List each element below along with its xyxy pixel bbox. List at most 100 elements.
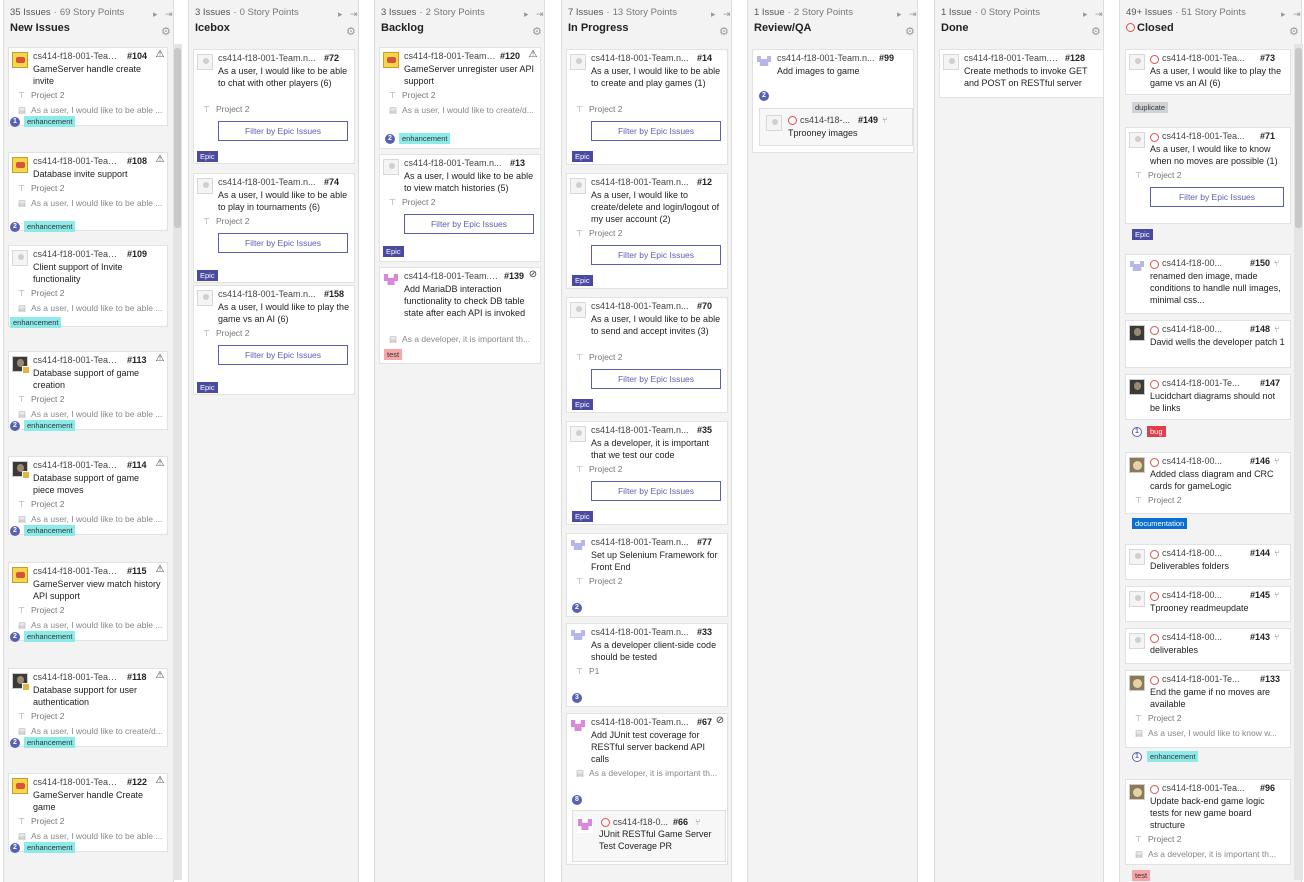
issue-title[interactable]: GameServer unregister user API support	[404, 63, 536, 87]
issue-number[interactable]: #12	[697, 177, 712, 187]
collapse-icon[interactable]: ⇥	[350, 9, 358, 20]
label-enhancement[interactable]: enhancement	[1147, 751, 1199, 762]
issue-card[interactable]: cs414-f18-001-Team.n... #109 Client suppor…	[8, 245, 168, 327]
filter-by-epic-button[interactable]: Filter by Epic Issues	[591, 121, 721, 141]
label-duplicate[interactable]: duplicate	[1132, 102, 1169, 113]
issue-title[interactable]: renamed den image, made conditions to ha…	[1150, 270, 1286, 306]
repo-name[interactable]: cs414-f18-001-Tea...	[1162, 131, 1256, 141]
label-enhancement[interactable]: enhancement	[24, 631, 76, 642]
label-enhancement[interactable]: enhancement	[24, 420, 76, 431]
issue-number[interactable]: #158	[324, 289, 344, 299]
column-title[interactable]: In Progress	[568, 22, 725, 34]
project-link[interactable]: ⊤ Project 2	[1135, 170, 1182, 180]
project-link[interactable]: ⊤ Project 2	[18, 288, 65, 298]
project-link[interactable]: ⊤ Project 2	[203, 328, 250, 338]
issue-card[interactable]: cs414-f18-001-Team.n... #139 ⊘ Add MariaDB …	[379, 267, 541, 364]
issue-title[interactable]: Lucidchart diagrams should not be links	[1150, 390, 1286, 414]
issue-title[interactable]: deliverables	[1150, 644, 1286, 656]
collapse-icon[interactable]: ⇥	[1293, 9, 1301, 20]
issue-title[interactable]: Client support of Invite functionality	[33, 261, 163, 285]
issue-number[interactable]: #99	[879, 53, 894, 63]
issue-card[interactable]: cs414-f18-001-Team.n... #118 ⚠ Database sup…	[8, 668, 168, 747]
play-icon[interactable]: ▸	[711, 9, 716, 20]
project-link[interactable]: ⊤ Project 2	[203, 104, 250, 114]
repo-name[interactable]: cs414-f18-001-Tea...	[1162, 783, 1256, 793]
issue-title[interactable]: JUnit RESTful Game Server Test Coverage …	[599, 828, 723, 852]
label-enhancement[interactable]: enhancement	[24, 842, 76, 853]
repo-name[interactable]: cs414-f18-001-Team.n...	[33, 156, 123, 166]
issue-number[interactable]: #147	[1260, 378, 1280, 388]
issue-number[interactable]: #122	[127, 777, 147, 787]
issue-title[interactable]: As a developer client-side code should b…	[591, 639, 723, 663]
issue-title[interactable]: As a user, I would like to play the game…	[1150, 65, 1286, 89]
issue-number[interactable]: #133	[1260, 674, 1280, 684]
issue-number[interactable]: #148	[1250, 324, 1270, 334]
project-link[interactable]: ⊤ Project 2	[576, 228, 623, 238]
label-enhancement[interactable]: enhancement	[399, 133, 451, 144]
label-epic[interactable]: Epic	[1132, 229, 1153, 240]
issue-number[interactable]: #128	[1065, 53, 1085, 63]
issue-card[interactable]: cs414-f18-001-Team.n... #74 As a user, I w…	[193, 173, 355, 283]
column-title[interactable]: Icebox	[195, 22, 352, 34]
project-link[interactable]: ⊤ P1	[576, 666, 599, 676]
issue-number[interactable]: #73	[1260, 53, 1275, 63]
issue-title[interactable]: Deliverables folders	[1150, 560, 1286, 572]
issue-number[interactable]: #96	[1260, 783, 1275, 793]
repo-name[interactable]: cs414-f18-001-Team.n...	[33, 566, 123, 576]
issue-title[interactable]: Database support of game creation	[33, 367, 163, 391]
play-icon[interactable]: ▸	[897, 9, 902, 20]
repo-name[interactable]: cs414-f18-001-Team.n...	[33, 460, 123, 470]
issue-number[interactable]: #143	[1250, 632, 1270, 642]
issue-card[interactable]: cs414-f18-00... #148 ⑂ David wells the deve…	[1125, 320, 1291, 368]
label-enhancement[interactable]: enhancement	[24, 116, 76, 127]
label-epic[interactable]: Epic	[197, 270, 218, 281]
issue-title[interactable]: GameServer view match history API suppor…	[33, 578, 163, 602]
issue-number[interactable]: #150	[1250, 258, 1270, 268]
issue-number[interactable]: #74	[324, 177, 339, 187]
project-link[interactable]: ⊤ Project 2	[18, 90, 65, 100]
gear-icon[interactable]: ⚙	[161, 25, 171, 38]
issue-title[interactable]: Tprooney images	[788, 127, 908, 139]
project-link[interactable]: ⊤ Project 2	[18, 711, 65, 721]
issue-number[interactable]: #109	[127, 249, 147, 259]
issue-number[interactable]: #145	[1250, 590, 1270, 600]
issue-card[interactable]: cs414-f18-001-Te... #133 End the game if n…	[1125, 670, 1291, 748]
issue-number[interactable]: #104	[127, 51, 147, 61]
repo-name[interactable]: cs414-f18-001-Team.n...	[33, 355, 123, 365]
project-link[interactable]: ⊤ Project 2	[18, 816, 65, 826]
label-epic[interactable]: Epic	[572, 511, 593, 522]
issue-number[interactable]: #120	[500, 51, 520, 61]
issue-title[interactable]: GameServer handle create invite	[33, 63, 163, 87]
issue-title[interactable]: GameServer handle Create game	[33, 789, 163, 813]
repo-name[interactable]: cs414-f18-001-Team.n...	[404, 51, 496, 61]
gear-icon[interactable]: ⚙	[1289, 25, 1299, 38]
label-enhancement[interactable]: enhancement	[24, 737, 76, 748]
repo-name[interactable]: cs414-f18-001-Tea...	[1162, 53, 1256, 63]
collapse-icon[interactable]: ⇥	[1095, 9, 1103, 20]
project-link[interactable]: ⊤ Project 2	[576, 104, 623, 114]
issue-card[interactable]: cs414-f18-001-Team.n... #35 As a developer…	[566, 421, 728, 525]
label-enhancement[interactable]: enhancement	[24, 221, 76, 232]
project-link[interactable]: ⊤ Project 2	[576, 352, 623, 362]
issue-title[interactable]: As a user, I would like to be able to pl…	[218, 189, 350, 213]
repo-name[interactable]: cs414-f18-001-Team.n...	[404, 271, 500, 281]
label-epic[interactable]: Epic	[197, 151, 218, 162]
repo-name[interactable]: cs414-f18-001-Team.n...	[591, 301, 693, 311]
issue-title[interactable]: David wells the developer patch 1	[1150, 336, 1286, 348]
filter-by-epic-button[interactable]: Filter by Epic Issues	[591, 245, 721, 265]
column-title[interactable]: Backlog	[381, 22, 538, 34]
repo-name[interactable]: cs414-f18-001-Team.n...	[33, 51, 123, 61]
repo-name[interactable]: cs414-f18-001-Te...	[1162, 674, 1256, 684]
issue-title[interactable]: Create methods to invoke GET and POST on…	[964, 65, 1099, 89]
issue-title[interactable]: As a user, I would like to create/delete…	[591, 189, 723, 225]
issue-title[interactable]: Added class diagram and CRC cards for ga…	[1150, 468, 1286, 492]
label-epic[interactable]: Epic	[383, 246, 404, 257]
issue-title[interactable]: Database support for user authentication	[33, 684, 163, 708]
issue-number[interactable]: #67	[697, 717, 712, 727]
repo-name[interactable]: cs414-f18-001-Team.n...	[964, 53, 1061, 63]
sub-issue-card[interactable]: cs414-f18-... #149 ⑂ Tprooney images	[759, 108, 913, 146]
column-title[interactable]: Done	[941, 22, 1097, 34]
repo-name[interactable]: cs414-f18-001-Team.n...	[218, 53, 320, 63]
repo-name[interactable]: cs414-f18-001-Team.n...	[591, 425, 693, 435]
repo-name[interactable]: cs414-f18-001-Te...	[1162, 378, 1256, 388]
